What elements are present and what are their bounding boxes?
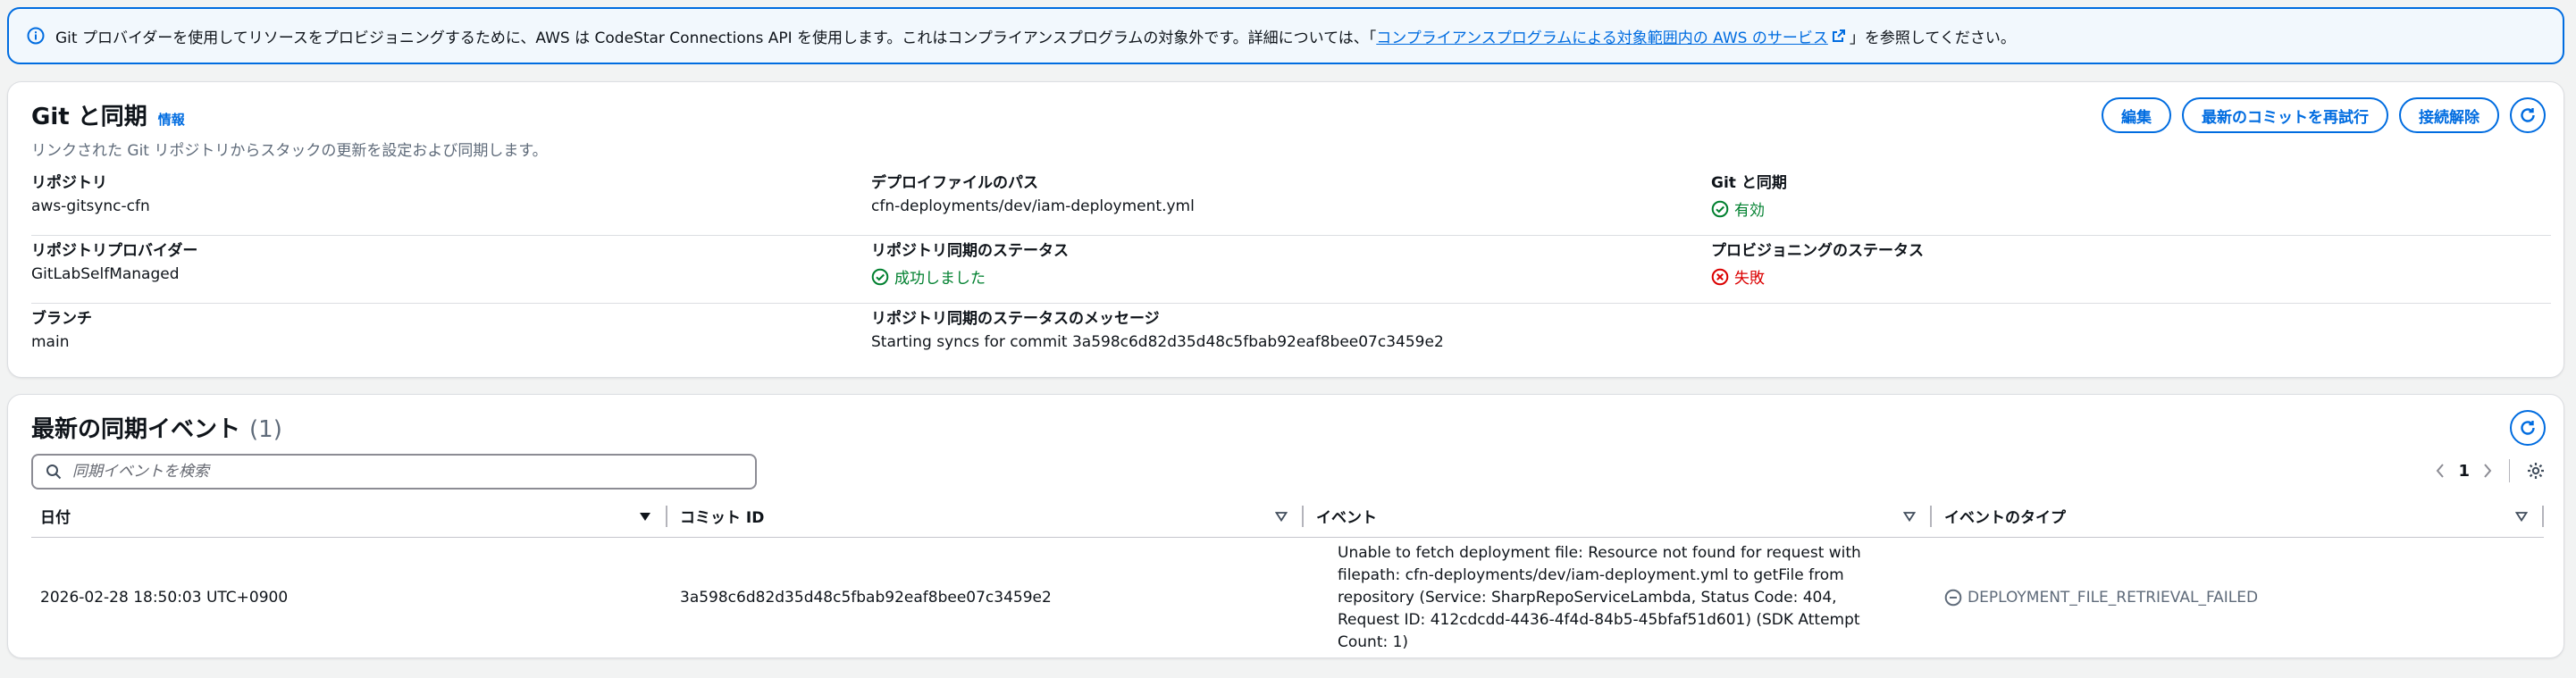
git-sync-actions: 編集 最新のコミットを再試行 接続解除 bbox=[2102, 97, 2546, 133]
disconnect-button[interactable]: 接続解除 bbox=[2399, 97, 2499, 133]
field-label: リポジトリ同期のステータス bbox=[871, 242, 1069, 260]
event-type-text: DEPLOYMENT_FILE_RETRIEVAL_FAILED bbox=[1968, 589, 2259, 607]
pagination: 1 bbox=[2435, 459, 2546, 482]
refresh-icon bbox=[2521, 108, 2535, 122]
sync-message-field: リポジトリ同期のステータスのメッセージ Starting syncs for c… bbox=[871, 304, 2551, 372]
page-number[interactable]: 1 bbox=[2458, 462, 2470, 481]
chevron-right-icon[interactable] bbox=[2482, 463, 2493, 479]
edit-button[interactable]: 編集 bbox=[2102, 97, 2171, 133]
detail-row: リポジトリプロバイダー GitLabSelfManaged リポジトリ同期のステ… bbox=[31, 236, 2551, 304]
git-sync-status: 有効 bbox=[1711, 197, 2551, 220]
sync-status-field: リポジトリ同期のステータス 成功しました bbox=[871, 236, 1711, 303]
detail-row: ブランチ main リポジトリ同期のステータスのメッセージ Starting s… bbox=[31, 304, 2551, 372]
event-commit-id: 3a598c6d82d35d48c5fbab92eaf8bee07c3459e2 bbox=[680, 589, 1052, 607]
events-header: 最新の同期イベント (1) bbox=[31, 411, 282, 444]
column-header-event-type[interactable]: イベントのタイプ bbox=[1932, 495, 2544, 537]
divider bbox=[2509, 459, 2510, 482]
field-label: リポジトリ bbox=[31, 174, 107, 192]
branch-value: main bbox=[31, 333, 70, 351]
field-label: ブランチ bbox=[31, 310, 92, 328]
chevron-left-icon[interactable] bbox=[2435, 463, 2446, 479]
search-icon bbox=[46, 465, 62, 480]
refresh-icon bbox=[2521, 421, 2535, 435]
deploy-file-path-field: デプロイファイルのパス cfn-deployments/dev/iam-depl… bbox=[871, 168, 1711, 235]
event-search[interactable] bbox=[31, 454, 757, 490]
settings-icon[interactable] bbox=[2526, 461, 2546, 481]
retry-latest-commit-button[interactable]: 最新のコミットを再試行 bbox=[2182, 97, 2388, 133]
repository-value: aws-gitsync-cfn bbox=[31, 197, 150, 215]
info-link[interactable]: 情報 bbox=[158, 110, 185, 129]
error-icon bbox=[1711, 268, 1729, 285]
table-header: 日付 コミット ID イベント イベントのタイプ bbox=[31, 495, 2544, 538]
deploy-file-path-value: cfn-deployments/dev/iam-deployment.yml bbox=[871, 197, 1195, 215]
git-sync-field: Git と同期 有効 bbox=[1711, 168, 2551, 235]
sort-icon[interactable] bbox=[1275, 511, 1288, 522]
provisioning-status: 失敗 bbox=[1711, 265, 2551, 288]
field-label: Git と同期 bbox=[1711, 174, 1787, 192]
detail-row: リポジトリ aws-gitsync-cfn デプロイファイルのパス cfn-de… bbox=[31, 168, 2551, 236]
column-header-event[interactable]: イベント bbox=[1304, 495, 1932, 537]
git-sync-details: リポジトリ aws-gitsync-cfn デプロイファイルのパス cfn-de… bbox=[31, 168, 2551, 372]
provisioning-status-text: 失敗 bbox=[1734, 270, 1765, 288]
field-label: デプロイファイルのパス bbox=[871, 174, 1038, 192]
column-label: 日付 bbox=[40, 509, 71, 527]
info-icon bbox=[27, 27, 45, 45]
provisioning-status-field: プロビジョニングのステータス 失敗 bbox=[1711, 236, 2551, 303]
info-banner: Git プロバイダーを使用してリソースをプロビジョニングするために、AWS は … bbox=[7, 7, 2564, 64]
event-message: Unable to fetch deployment file: Resourc… bbox=[1338, 543, 1861, 651]
sync-status: 成功しました bbox=[871, 265, 1711, 288]
compliance-link[interactable]: コンプライアンスプログラムによる対象範囲内の AWS のサービス bbox=[1376, 25, 1828, 47]
repository-field: リポジトリ aws-gitsync-cfn bbox=[31, 168, 871, 235]
field-label: リポジトリ同期のステータスのメッセージ bbox=[871, 310, 1160, 328]
column-label: イベントのタイプ bbox=[1944, 509, 2066, 527]
field-label: プロビジョニングのステータス bbox=[1711, 242, 1924, 260]
git-sync-status-text: 有効 bbox=[1734, 202, 1765, 220]
sort-icon[interactable] bbox=[1903, 511, 1916, 522]
banner-text: Git プロバイダーを使用してリソースをプロビジョニングするために、AWS は … bbox=[55, 29, 1377, 47]
event-type: DEPLOYMENT_FILE_RETRIEVAL_FAILED bbox=[1932, 589, 2544, 607]
provider-field: リポジトリプロバイダー GitLabSelfManaged bbox=[31, 236, 871, 303]
sync-events-panel: 最新の同期イベント (1) 1 日付 コミット ID イベント bbox=[7, 394, 2564, 658]
search-input[interactable] bbox=[71, 462, 732, 481]
sync-message-value: Starting syncs for commit 3a598c6d82d35d… bbox=[871, 333, 1444, 351]
column-header-commit-id[interactable]: コミット ID bbox=[667, 495, 1304, 537]
success-icon bbox=[1711, 200, 1729, 217]
column-header-date[interactable]: 日付 bbox=[31, 495, 667, 537]
column-label: コミット ID bbox=[680, 509, 765, 527]
banner-text-end: 」を参照してください。 bbox=[1849, 29, 2016, 47]
refresh-button[interactable] bbox=[2510, 97, 2546, 133]
stopped-icon bbox=[1944, 589, 1962, 607]
events-actions bbox=[2510, 410, 2546, 446]
sort-icon[interactable] bbox=[2515, 511, 2528, 522]
column-label: イベント bbox=[1316, 509, 1377, 527]
git-sync-title: Git と同期 bbox=[31, 104, 147, 130]
event-date: 2026-02-28 18:50:03 UTC+0900 bbox=[40, 589, 289, 607]
git-sync-header: Git と同期 情報 bbox=[31, 98, 185, 131]
sort-descending-icon[interactable] bbox=[639, 511, 651, 522]
field-label: リポジトリプロバイダー bbox=[31, 242, 198, 260]
table-row: 2026-02-28 18:50:03 UTC+0900 3a598c6d82d… bbox=[31, 539, 2544, 657]
external-link-icon[interactable] bbox=[1832, 29, 1846, 43]
refresh-events-button[interactable] bbox=[2510, 410, 2546, 446]
events-count: (1) bbox=[249, 416, 282, 443]
events-title: 最新の同期イベント bbox=[31, 416, 241, 443]
success-icon bbox=[871, 268, 889, 285]
sync-status-text: 成功しました bbox=[894, 270, 986, 288]
git-sync-description: リンクされた Git リポジトリからスタックの更新を設定および同期します。 bbox=[31, 142, 548, 160]
branch-field: ブランチ main bbox=[31, 304, 871, 372]
provider-value: GitLabSelfManaged bbox=[31, 265, 180, 283]
git-sync-panel: Git と同期 情報 リンクされた Git リポジトリからスタックの更新を設定お… bbox=[7, 81, 2564, 378]
column-resizer[interactable] bbox=[2542, 506, 2544, 527]
